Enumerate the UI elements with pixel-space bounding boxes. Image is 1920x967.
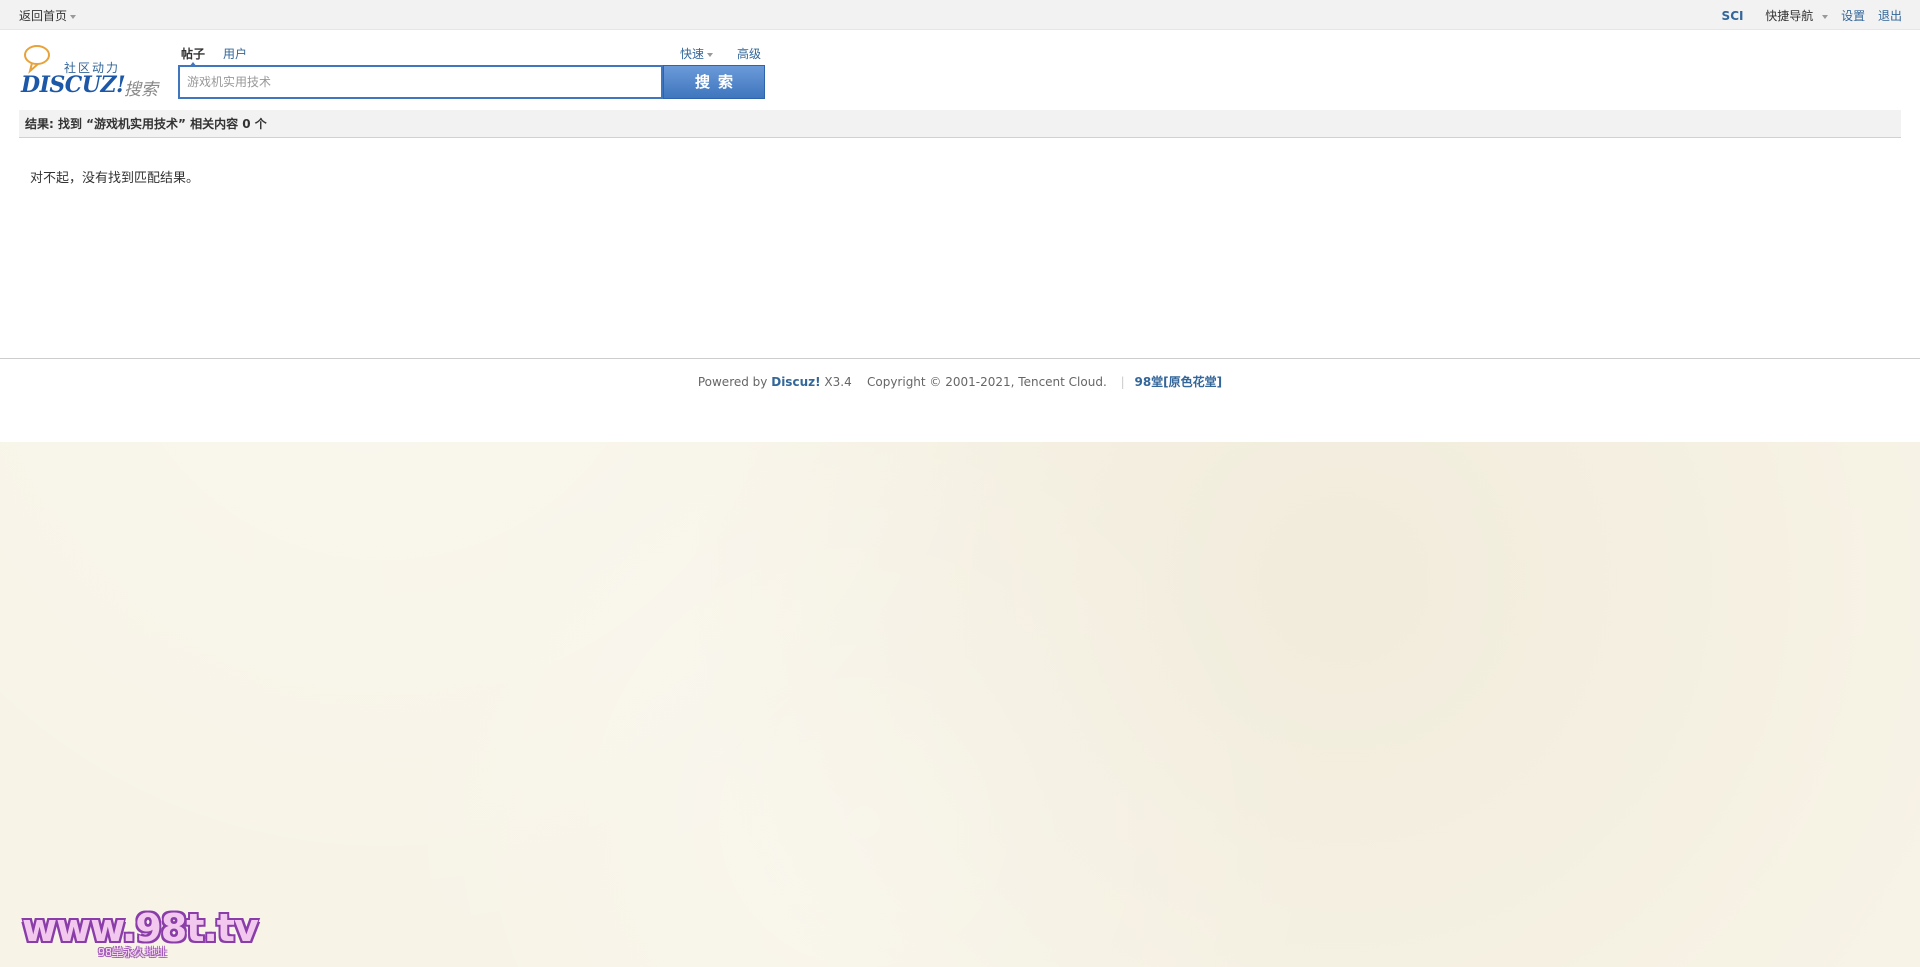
watermark-sub: 98堂永久地址 [98,946,167,959]
discuz-logo[interactable]: 社区动力 DISCUZ! 搜索 [20,44,160,100]
footer-version: X3.4 [824,375,852,389]
result-summary-bar: 结果: 找到 “游戏机实用技术” 相关内容 0 个 [19,110,1901,138]
footer: Powered by Discuz! X3.4 Copyright © 2001… [0,373,1920,390]
user-nav: SCI 快捷导航 设置 退出 [1713,7,1902,24]
home-link-label: 返回首页 [19,9,68,23]
footer-copyright: Copyright © 2001-2021, Tencent Cloud. [866,375,1107,389]
tab-posts[interactable]: 帖子 [181,45,205,67]
no-result-message: 对不起，没有找到匹配结果。 [30,171,200,186]
footer-discuz-link[interactable]: Discuz! [771,375,820,389]
search-input[interactable] [180,67,661,97]
chevron-down-icon [707,52,714,57]
logo-brand: DISCUZ! [21,72,126,98]
speech-bubble-icon [24,45,50,74]
search-button[interactable]: 搜索 [663,65,765,99]
result-summary: 结果: 找到 “游戏机实用技术” 相关内容 0 个 [25,117,267,131]
logout-link[interactable]: 退出 [1878,9,1902,23]
tab-users[interactable]: 用户 [223,45,247,62]
quick-search-label: 快速 [680,47,705,61]
quick-nav-menu[interactable]: 快捷导航 [1756,9,1829,23]
settings-link[interactable]: 设置 [1841,9,1865,23]
footer-powered: Powered by [697,375,768,389]
quick-nav-label: 快捷导航 [1765,9,1814,23]
footer-pipe: | [1120,375,1125,389]
top-toolbar: 返回首页 SCI 快捷导航 设置 退出 [0,0,1920,30]
footer-divider [0,358,1920,359]
username-link[interactable]: SCI [1722,9,1744,23]
home-link[interactable]: 返回首页 [19,7,77,24]
watermark-logo: www.98t.tv 98堂永久地址 [22,906,259,959]
search-box [178,65,663,99]
chevron-down-icon [70,14,77,19]
chevron-down-icon [1822,14,1829,19]
advanced-search-link[interactable]: 高级 [737,45,761,62]
logo-search-label: 搜索 [124,80,158,100]
quick-search-menu[interactable]: 快速 [680,45,714,62]
footer-site-link[interactable]: 98堂[原色花堂] [1134,375,1222,389]
